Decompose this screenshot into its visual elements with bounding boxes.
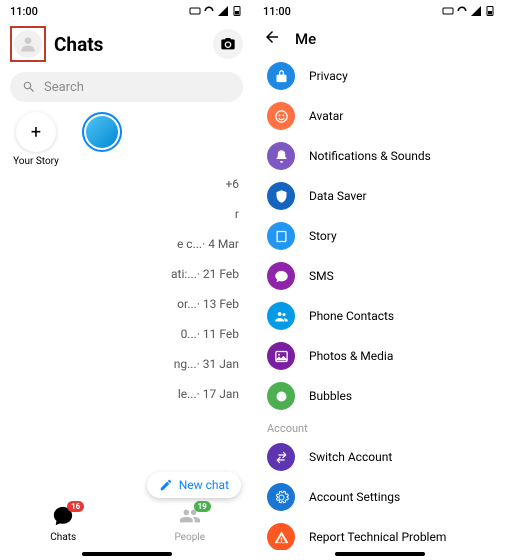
home-indicator <box>82 552 172 556</box>
shield-icon <box>267 182 295 210</box>
me-title: Me <box>295 30 316 48</box>
chat-row[interactable]: 0... · 11 Feb <box>0 319 253 349</box>
chat-row[interactable]: ng... · 31 Jan <box>0 349 253 379</box>
chat-row[interactable]: +6 <box>0 169 253 199</box>
chat-row[interactable]: or... · 13 Feb <box>0 289 253 319</box>
bell-icon <box>267 142 295 170</box>
settings-item-label: Avatar <box>309 109 343 123</box>
contacts-icon <box>267 302 295 330</box>
new-chat-button[interactable]: New chat <box>147 472 241 498</box>
book-icon <box>267 222 295 250</box>
photo-icon <box>267 342 295 370</box>
camera-button[interactable] <box>213 29 243 59</box>
bubble-icon <box>267 382 295 410</box>
pencil-icon <box>159 478 173 492</box>
status-bar: 11:00 <box>253 0 506 22</box>
nav-chats-label: Chats <box>50 532 76 543</box>
your-story-label: Your Story <box>13 156 59 167</box>
status-icons <box>189 5 243 17</box>
settings-item-label: Data Saver <box>309 189 367 203</box>
search-input[interactable]: Search <box>10 72 243 102</box>
story-row: + Your Story <box>0 110 253 169</box>
story-item[interactable] <box>76 112 128 167</box>
settings-item-label: Account Settings <box>309 490 400 504</box>
account-section-label: Account <box>253 416 506 437</box>
settings-item-phone-contacts[interactable]: Phone Contacts <box>253 296 506 336</box>
plus-icon: + <box>16 112 56 152</box>
home-indicator <box>335 552 425 556</box>
settings-item-account-settings[interactable]: Account Settings <box>253 477 506 517</box>
warning-icon <box>267 523 295 550</box>
settings-item-sms[interactable]: SMS <box>253 256 506 296</box>
status-bar: 11:00 <box>0 0 253 22</box>
status-time: 11:00 <box>10 5 38 18</box>
settings-item-label: Bubbles <box>309 389 352 403</box>
search-placeholder: Search <box>44 80 84 95</box>
settings-item-label: Story <box>309 229 337 243</box>
settings-item-switch-account[interactable]: Switch Account <box>253 437 506 477</box>
chats-header: Chats <box>0 22 253 68</box>
chat-icon <box>267 262 295 290</box>
profile-highlight <box>10 26 46 62</box>
settings-item-label: Switch Account <box>309 450 392 464</box>
chat-list[interactable]: +6 r e c... · 4 Mar ati:... · 21 Feb or.… <box>0 169 253 498</box>
settings-item-data-saver[interactable]: Data Saver <box>253 176 506 216</box>
settings-item-label: Phone Contacts <box>309 309 394 323</box>
people-badge: 19 <box>194 501 211 512</box>
settings-item-avatar[interactable]: Avatar <box>253 96 506 136</box>
chat-row[interactable]: e c... · 4 Mar <box>0 229 253 259</box>
switch-icon <box>267 443 295 471</box>
settings-item-privacy[interactable]: Privacy <box>253 56 506 96</box>
gear-icon <box>267 483 295 511</box>
chats-screen: 11:00 Chats Search + Your Story <box>0 0 253 560</box>
me-screen: 11:00 Me Privacy Avatar Notifications & So… <box>253 0 506 560</box>
face-icon <box>267 102 295 130</box>
settings-list[interactable]: Privacy Avatar Notifications & Sounds Data … <box>253 56 506 550</box>
new-chat-label: New chat <box>179 478 229 492</box>
chat-row[interactable]: ati:... · 21 Feb <box>0 259 253 289</box>
profile-avatar-button[interactable] <box>14 30 42 58</box>
settings-item-label: Notifications & Sounds <box>309 149 431 163</box>
search-icon <box>22 80 36 94</box>
settings-item-notifications-sounds[interactable]: Notifications & Sounds <box>253 136 506 176</box>
status-icons <box>442 5 496 17</box>
settings-item-label: Privacy <box>309 69 348 83</box>
settings-item-photos-media[interactable]: Photos & Media <box>253 336 506 376</box>
page-title: Chats <box>54 33 205 56</box>
nav-people-label: People <box>174 532 205 543</box>
status-time: 11:00 <box>263 5 291 18</box>
lock-icon <box>267 62 295 90</box>
chat-row[interactable]: le... · 17 Jan <box>0 379 253 409</box>
settings-item-label: Photos & Media <box>309 349 393 363</box>
settings-item-report-technical-problem[interactable]: Report Technical Problem <box>253 517 506 550</box>
settings-item-label: Report Technical Problem <box>309 530 446 544</box>
settings-item-label: SMS <box>309 269 334 283</box>
settings-item-bubbles[interactable]: Bubbles <box>253 376 506 416</box>
nav-people[interactable]: 19 People <box>127 498 254 550</box>
back-button[interactable] <box>263 28 281 50</box>
bottom-nav: 16 Chats 19 People <box>0 498 253 550</box>
nav-chats[interactable]: 16 Chats <box>0 498 127 550</box>
me-header: Me <box>253 22 506 56</box>
your-story-button[interactable]: + Your Story <box>10 112 62 167</box>
chats-badge: 16 <box>67 501 84 512</box>
settings-item-story[interactable]: Story <box>253 216 506 256</box>
chat-row[interactable]: r <box>0 199 253 229</box>
